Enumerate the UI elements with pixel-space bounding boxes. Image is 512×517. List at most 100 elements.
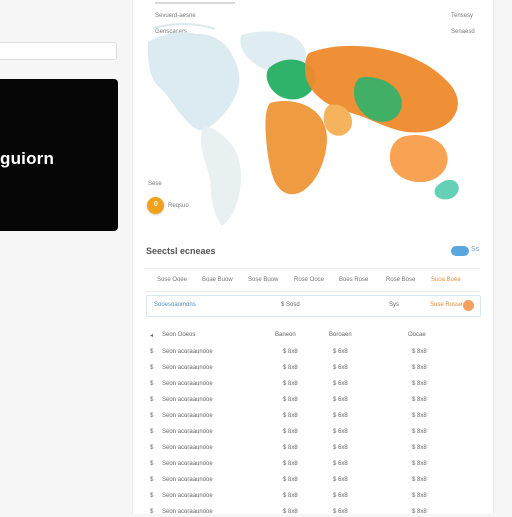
arctic-outline bbox=[152, 23, 216, 30]
africa-shape bbox=[265, 101, 327, 195]
row-value-3: $ 8x8 bbox=[412, 429, 427, 435]
row-name: Seon acoraaunooe bbox=[162, 509, 213, 515]
row-bullet: $ bbox=[150, 365, 154, 371]
row-bullet: $ bbox=[150, 477, 154, 483]
world-map[interactable] bbox=[138, 20, 488, 235]
row-value-1: $ 8x8 bbox=[283, 461, 298, 467]
header-right-line-1: Tensesy bbox=[451, 13, 474, 19]
table-header: ◂ Seon Ooeos Baneon Boroaen Oocae bbox=[150, 332, 480, 340]
row-value-2: $ 6x8 bbox=[333, 477, 348, 483]
toggle-label: Ss bbox=[471, 246, 480, 253]
row-bullet: $ bbox=[150, 349, 154, 355]
tab-item[interactable]: Boes Rose bbox=[339, 277, 368, 283]
table-row[interactable]: $ Seon acoraaunooe $ 8x8 $ 6x8 $ 8x8 bbox=[150, 381, 480, 389]
brand-text: guiorn bbox=[0, 149, 55, 168]
table-row[interactable]: $ Seon acoraaunooe $ 8x8 $ 6x8 $ 8x8 bbox=[150, 397, 480, 405]
row-value-3: $ 8x8 bbox=[412, 365, 427, 371]
tab-item[interactable]: Rose Bose bbox=[386, 277, 415, 283]
table-row[interactable]: $ Seon acoraaunooe $ 8x8 $ 6x8 $ 8x8 bbox=[150, 349, 480, 357]
legend-value: 0 bbox=[154, 201, 158, 208]
row-bullet: $ bbox=[150, 381, 154, 387]
row-name: Seon acoraaunooe bbox=[162, 397, 213, 403]
row-value-1: $ 8x8 bbox=[283, 493, 298, 499]
row-name: Seon acoraaunooe bbox=[162, 349, 213, 355]
top-divider bbox=[155, 2, 235, 4]
row-value-1: $ 8x8 bbox=[283, 381, 298, 387]
column-header: Oocae bbox=[408, 332, 426, 338]
row-bullet: $ bbox=[150, 429, 154, 435]
filter-highlight: Suse Rosse bbox=[430, 302, 463, 308]
row-value-1: $ 8x8 bbox=[283, 413, 298, 419]
row-value-2: $ 6x8 bbox=[333, 461, 348, 467]
filter-chip-icon[interactable] bbox=[463, 300, 474, 311]
row-name: Seon acoraaunooe bbox=[162, 365, 213, 371]
row-value-2: $ 6x8 bbox=[333, 429, 348, 435]
view-toggle[interactable] bbox=[451, 246, 469, 256]
filter-label: Sooesoaumons bbox=[154, 302, 196, 308]
map-small-caption: Sese bbox=[148, 181, 162, 187]
row-value-3: $ 8x8 bbox=[412, 461, 427, 467]
row-value-3: $ 8x8 bbox=[412, 509, 427, 515]
tab-item[interactable]: Sose Ooee bbox=[157, 277, 187, 283]
row-value-1: $ 8x8 bbox=[283, 509, 298, 515]
row-value-2: $ 6x8 bbox=[333, 445, 348, 451]
tab-strip: Sose Ooee Boae Buow Sose Buow Rose Ooce … bbox=[145, 268, 480, 292]
tab-item[interactable]: Boae Buow bbox=[202, 277, 233, 283]
row-bullet: $ bbox=[150, 493, 154, 499]
legend-caption: Reqsuo bbox=[168, 203, 189, 209]
row-name: Seon acoraaunooe bbox=[162, 493, 213, 499]
north-america-shape bbox=[147, 32, 240, 131]
table-row[interactable]: $ Seon acoraaunooe $ 8x8 $ 6x8 $ 8x8 bbox=[150, 461, 480, 469]
column-header: Baneon bbox=[275, 332, 296, 338]
row-value-3: $ 8x8 bbox=[412, 349, 427, 355]
row-name: Seon acoraaunooe bbox=[162, 413, 213, 419]
filter-price: $ Sosd bbox=[281, 302, 300, 308]
row-bullet: $ bbox=[150, 509, 154, 515]
row-value-3: $ 8x8 bbox=[412, 477, 427, 483]
south-america-shape bbox=[201, 125, 242, 226]
row-bullet: $ bbox=[150, 461, 154, 467]
header-left-line-1: Sevuerd-aesne bbox=[155, 13, 196, 19]
row-value-2: $ 6x8 bbox=[333, 493, 348, 499]
row-value-1: $ 8x8 bbox=[283, 349, 298, 355]
row-name: Seon acoraaunooe bbox=[162, 477, 213, 483]
row-value-1: $ 8x8 bbox=[283, 477, 298, 483]
row-value-2: $ 6x8 bbox=[333, 413, 348, 419]
column-header: Seon Ooeos bbox=[162, 332, 196, 338]
table-row[interactable]: $ Seon acoraaunooe $ 8x8 $ 6x8 $ 8x8 bbox=[150, 477, 480, 485]
search-input[interactable] bbox=[0, 42, 117, 60]
tab-item[interactable]: Sose Buow bbox=[248, 277, 278, 283]
tab-item-active[interactable]: Suoa Boee bbox=[431, 277, 461, 283]
column-header: Boroaen bbox=[329, 332, 352, 338]
tab-item[interactable]: Rose Ooce bbox=[294, 277, 324, 283]
table-header-icon: ◂ bbox=[150, 333, 154, 339]
row-value-1: $ 8x8 bbox=[283, 429, 298, 435]
new-zealand-shape bbox=[434, 179, 459, 200]
table-row[interactable]: $ Seon acoraaunooe $ 8x8 $ 6x8 $ 8x8 bbox=[150, 365, 480, 373]
row-value-1: $ 8x8 bbox=[283, 365, 298, 371]
map-landmasses bbox=[147, 23, 459, 226]
row-value-3: $ 8x8 bbox=[412, 413, 427, 419]
row-name: Seon acoraaunooe bbox=[162, 461, 213, 467]
table-row[interactable]: $ Seon acoraaunooe $ 8x8 $ 6x8 $ 8x8 bbox=[150, 493, 480, 501]
row-bullet: $ bbox=[150, 397, 154, 403]
table-row[interactable]: $ Seon acoraaunooe $ 8x8 $ 6x8 $ 8x8 bbox=[150, 429, 480, 437]
row-name: Seon acoraaunooe bbox=[162, 381, 213, 387]
row-value-3: $ 8x8 bbox=[412, 493, 427, 499]
row-value-1: $ 8x8 bbox=[283, 397, 298, 403]
filter-type: Sys bbox=[389, 302, 400, 308]
row-name: Seon acoraaunooe bbox=[162, 429, 213, 435]
australia-shape bbox=[389, 135, 448, 183]
row-value-2: $ 6x8 bbox=[333, 397, 348, 403]
section-title: Seectsl ecneaes bbox=[146, 246, 216, 256]
table-row[interactable]: $ Seon acoraaunooe $ 8x8 $ 6x8 $ 8x8 bbox=[150, 413, 480, 421]
table-row[interactable]: $ Seon acoraaunooe $ 8x8 $ 6x8 $ 8x8 bbox=[150, 509, 480, 517]
row-value-2: $ 6x8 bbox=[333, 381, 348, 387]
row-value-2: $ 6x8 bbox=[333, 349, 348, 355]
row-value-2: $ 6x8 bbox=[333, 509, 348, 515]
filter-bar[interactable]: Sooesoaumons $ Sosd Sys Suse Rosse bbox=[146, 295, 481, 317]
map-svg bbox=[147, 23, 459, 226]
row-name: Seon acoraaunooe bbox=[162, 445, 213, 451]
table-row[interactable]: $ Seon acoraaunooe $ 8x8 $ 6x8 $ 8x8 bbox=[150, 445, 480, 453]
row-value-3: $ 8x8 bbox=[412, 381, 427, 387]
